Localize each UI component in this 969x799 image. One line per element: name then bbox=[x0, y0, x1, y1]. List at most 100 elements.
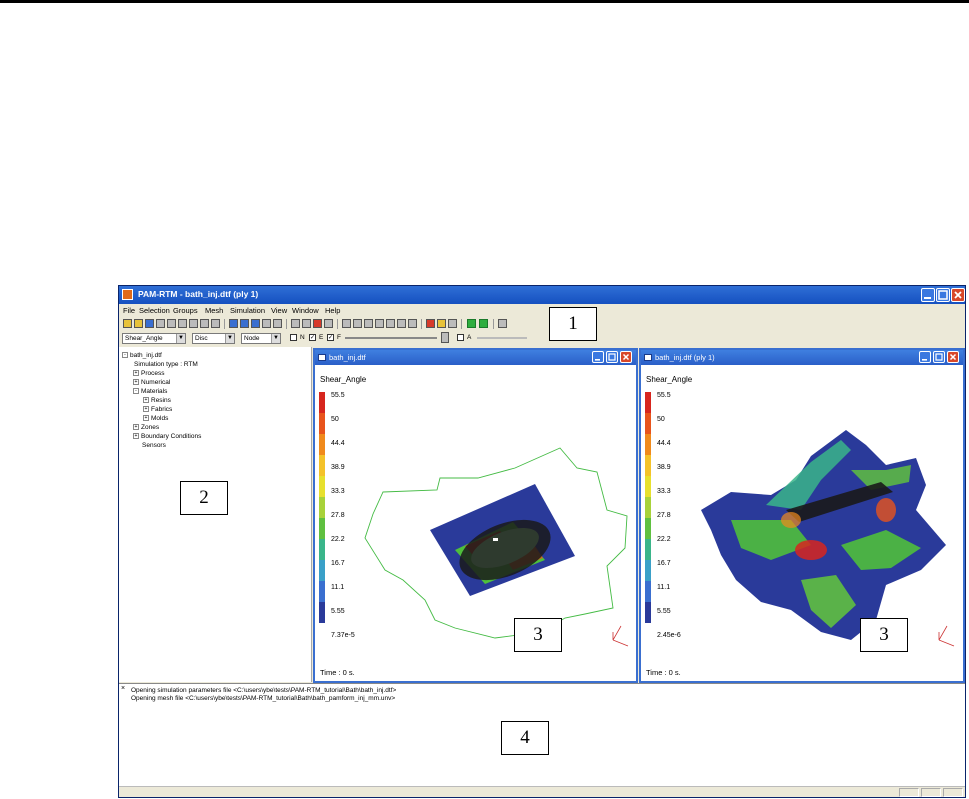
chevron-down-icon: ▼ bbox=[271, 334, 280, 343]
print-icon[interactable] bbox=[156, 319, 165, 328]
view-iso-icon[interactable] bbox=[408, 319, 417, 328]
minimize-button[interactable] bbox=[921, 288, 935, 302]
zoom-icon[interactable] bbox=[302, 319, 311, 328]
menu-file[interactable]: File bbox=[123, 306, 135, 315]
save-icon[interactable] bbox=[145, 319, 154, 328]
run-step-icon[interactable] bbox=[479, 319, 488, 328]
paste-icon[interactable] bbox=[178, 319, 187, 328]
location-select[interactable]: Node ▼ bbox=[241, 333, 281, 344]
view-left-icon[interactable] bbox=[386, 319, 395, 328]
expand-icon[interactable]: + bbox=[143, 406, 149, 413]
add-selection-icon[interactable] bbox=[229, 319, 238, 328]
expand-icon[interactable]: + bbox=[133, 379, 139, 386]
tree-item-simulation-type[interactable]: Simulation type : RTM bbox=[134, 361, 198, 368]
tree-item-process[interactable]: + Process bbox=[133, 370, 164, 377]
expand-icon[interactable]: + bbox=[133, 433, 139, 440]
ruler-icon[interactable] bbox=[498, 319, 507, 328]
legend-value-label: 11.1 bbox=[331, 584, 345, 591]
view-right-icon[interactable] bbox=[397, 319, 406, 328]
tree-root[interactable]: - bath_inj.dtf bbox=[122, 352, 162, 359]
checkbox-a[interactable] bbox=[457, 334, 464, 341]
axis-triad-icon bbox=[938, 625, 955, 647]
collapse-icon[interactable]: - bbox=[122, 352, 128, 359]
help-icon[interactable] bbox=[211, 319, 220, 328]
view-2-maximize-button[interactable] bbox=[933, 351, 945, 363]
settings-icon[interactable] bbox=[437, 319, 446, 328]
zoom-box-icon[interactable] bbox=[291, 319, 300, 328]
legend-color-band bbox=[319, 476, 325, 497]
checkbox-n[interactable] bbox=[290, 334, 297, 341]
spin-up-down-icon[interactable] bbox=[441, 332, 449, 343]
legend-value-label: 5.55 bbox=[331, 608, 345, 615]
menu-view[interactable]: View bbox=[271, 306, 287, 315]
new-file-icon[interactable] bbox=[123, 319, 132, 328]
log-close-icon[interactable]: × bbox=[121, 685, 125, 692]
checkbox-f[interactable]: ✓ bbox=[327, 334, 334, 341]
view-2-close-button[interactable] bbox=[947, 351, 959, 363]
menu-simulation[interactable]: Simulation bbox=[230, 306, 265, 315]
menu-help[interactable]: Help bbox=[325, 306, 340, 315]
graph-icon[interactable] bbox=[448, 319, 457, 328]
menu-selection[interactable]: Selection bbox=[139, 306, 170, 315]
tree-item-zones[interactable]: + Zones bbox=[133, 424, 159, 431]
expand-icon[interactable]: + bbox=[143, 397, 149, 404]
view-1-title: bath_inj.dtf bbox=[329, 353, 366, 362]
expand-icon[interactable]: + bbox=[143, 415, 149, 422]
legend-color-band bbox=[319, 560, 325, 581]
results-toolbar: Shear_Angle ▼ Disc ▼ Node ▼ N ✓ E ✓ F A bbox=[119, 332, 965, 345]
tree-item-molds[interactable]: + Molds bbox=[143, 415, 168, 422]
expand-icon[interactable]: + bbox=[133, 424, 139, 431]
remove-selection-icon[interactable] bbox=[240, 319, 249, 328]
view-front-icon[interactable] bbox=[342, 319, 351, 328]
tree-item-materials[interactable]: - Materials bbox=[133, 388, 167, 395]
tree-item-fabrics[interactable]: + Fabrics bbox=[143, 406, 172, 413]
callout-3b: 3 bbox=[860, 618, 908, 652]
tree-item-resins[interactable]: + Resins bbox=[143, 397, 171, 404]
run-icon[interactable] bbox=[467, 319, 476, 328]
view-1-3d-viewport[interactable] bbox=[345, 370, 635, 660]
material-icon[interactable] bbox=[426, 319, 435, 328]
checkbox-e[interactable]: ✓ bbox=[309, 334, 316, 341]
expand-icon[interactable]: + bbox=[133, 370, 139, 377]
fit-view-icon[interactable] bbox=[324, 319, 333, 328]
menu-window[interactable]: Window bbox=[292, 306, 319, 315]
view-top-icon[interactable] bbox=[364, 319, 373, 328]
field-select[interactable]: Shear_Angle ▼ bbox=[122, 333, 186, 344]
collapse-icon[interactable]: - bbox=[133, 388, 139, 395]
view-1-maximize-button[interactable] bbox=[606, 351, 618, 363]
info-icon[interactable] bbox=[273, 319, 282, 328]
menu-mesh[interactable]: Mesh bbox=[205, 306, 223, 315]
window-list-icon[interactable] bbox=[189, 319, 198, 328]
legend-value-label: 55.5 bbox=[331, 392, 345, 399]
maximize-button[interactable] bbox=[936, 288, 950, 302]
mode-select[interactable]: Disc ▼ bbox=[192, 333, 235, 344]
tree-item-sensors[interactable]: Sensors bbox=[142, 442, 166, 449]
menu-groups[interactable]: Groups bbox=[173, 306, 198, 315]
view-1-minimize-button[interactable] bbox=[592, 351, 604, 363]
open-file-icon[interactable] bbox=[134, 319, 143, 328]
close-icon bbox=[954, 291, 962, 299]
tree-item-boundary-conditions[interactable]: + Boundary Conditions bbox=[133, 433, 201, 440]
tree-item-numerical[interactable]: + Numerical bbox=[133, 379, 170, 386]
copy-icon[interactable] bbox=[167, 319, 176, 328]
pick-icon[interactable] bbox=[262, 319, 271, 328]
legend-color-band bbox=[319, 581, 325, 602]
rotate-icon[interactable] bbox=[313, 319, 322, 328]
time-slider[interactable] bbox=[345, 337, 437, 339]
tree-item-label: Simulation type : RTM bbox=[134, 361, 198, 368]
tree-item-label: Process bbox=[141, 370, 165, 377]
minimize-icon bbox=[922, 359, 927, 361]
select-all-icon[interactable] bbox=[251, 319, 260, 328]
legend-color-band bbox=[319, 518, 325, 539]
mode-select-value: Disc bbox=[195, 335, 208, 342]
legend-value-label: 44.4 bbox=[331, 440, 345, 447]
close-button[interactable] bbox=[951, 288, 965, 302]
animation-slider[interactable] bbox=[477, 337, 527, 339]
view-back-icon[interactable] bbox=[353, 319, 362, 328]
view-2-minimize-button[interactable] bbox=[919, 351, 931, 363]
view-1-close-button[interactable] bbox=[620, 351, 632, 363]
view-2-3d-viewport[interactable] bbox=[671, 370, 963, 660]
view-bottom-icon[interactable] bbox=[375, 319, 384, 328]
lasso-icon[interactable] bbox=[200, 319, 209, 328]
legend-color-band bbox=[319, 602, 325, 623]
